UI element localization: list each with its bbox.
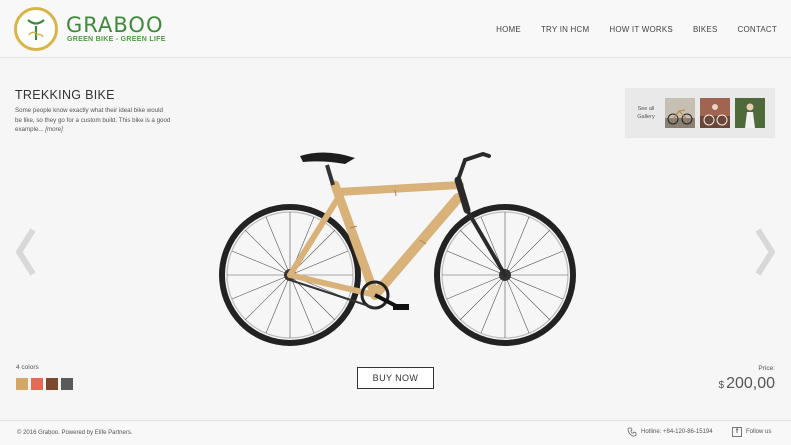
nav-try-in-hcm[interactable]: TRY IN HCM <box>541 25 589 34</box>
follow-us-link[interactable]: f Follow us <box>732 427 771 437</box>
follow-us-text[interactable]: Follow us <box>746 429 771 435</box>
price-value: $200,00 <box>719 375 776 393</box>
product-title: TREKKING BIKE <box>15 88 115 102</box>
bike-image <box>219 151 576 346</box>
brand-name[interactable]: GRABOO <box>66 13 163 37</box>
price-label: Price: <box>758 365 775 372</box>
description-text: Some people know exactly what their idea… <box>15 107 171 133</box>
fork-and-stem <box>454 151 507 277</box>
main-nav: HOME TRY IN HCM HOW IT WORKS BIKES CONTA… <box>496 25 777 34</box>
color-swatch[interactable] <box>61 378 73 390</box>
hotline-text[interactable]: Hotline: +84-120-86-15194 <box>641 429 713 435</box>
facebook-icon[interactable]: f <box>732 427 742 437</box>
logo-icon[interactable] <box>14 7 58 51</box>
next-arrow-icon[interactable] <box>752 226 778 278</box>
nav-how-it-works[interactable]: HOW IT WORKS <box>609 25 673 34</box>
gallery-thumb[interactable] <box>735 98 765 128</box>
phone-icon <box>627 427 637 437</box>
buy-now-button[interactable]: BUY NOW <box>357 367 434 389</box>
copyright-text: © 2016 Graboo. Powered by Elife Partners… <box>17 430 133 436</box>
gallery-box[interactable]: See all Gallery <box>625 88 775 138</box>
more-link[interactable]: [more] <box>45 126 63 133</box>
site-header: GRABOO GREEN BIKE - GREEN LIFE HOME TRY … <box>0 0 791 58</box>
nav-home[interactable]: HOME <box>496 25 521 34</box>
product-description: Some people know exactly what their idea… <box>15 106 171 135</box>
price-amount: 200,00 <box>726 375 775 392</box>
brand-tagline: GREEN BIKE - GREEN LIFE <box>67 36 166 43</box>
gallery-thumb[interactable] <box>665 98 695 128</box>
seat <box>300 152 355 186</box>
price-currency: $ <box>718 380 725 391</box>
nav-bikes[interactable]: BIKES <box>693 25 718 34</box>
nav-contact[interactable]: CONTACT <box>738 25 777 34</box>
color-swatches <box>16 378 73 390</box>
color-swatch[interactable] <box>16 378 28 390</box>
color-swatch[interactable] <box>46 378 58 390</box>
gallery-thumb[interactable] <box>700 98 730 128</box>
see-all-gallery-link[interactable]: See all Gallery <box>635 105 657 121</box>
site-footer: © 2016 Graboo. Powered by Elife Partners… <box>0 420 791 445</box>
prev-arrow-icon[interactable] <box>13 226 39 278</box>
color-swatch[interactable] <box>31 378 43 390</box>
frame-joints <box>349 189 427 245</box>
hotline: Hotline: +84-120-86-15194 <box>627 427 713 437</box>
colors-label: 4 colors <box>16 364 39 371</box>
